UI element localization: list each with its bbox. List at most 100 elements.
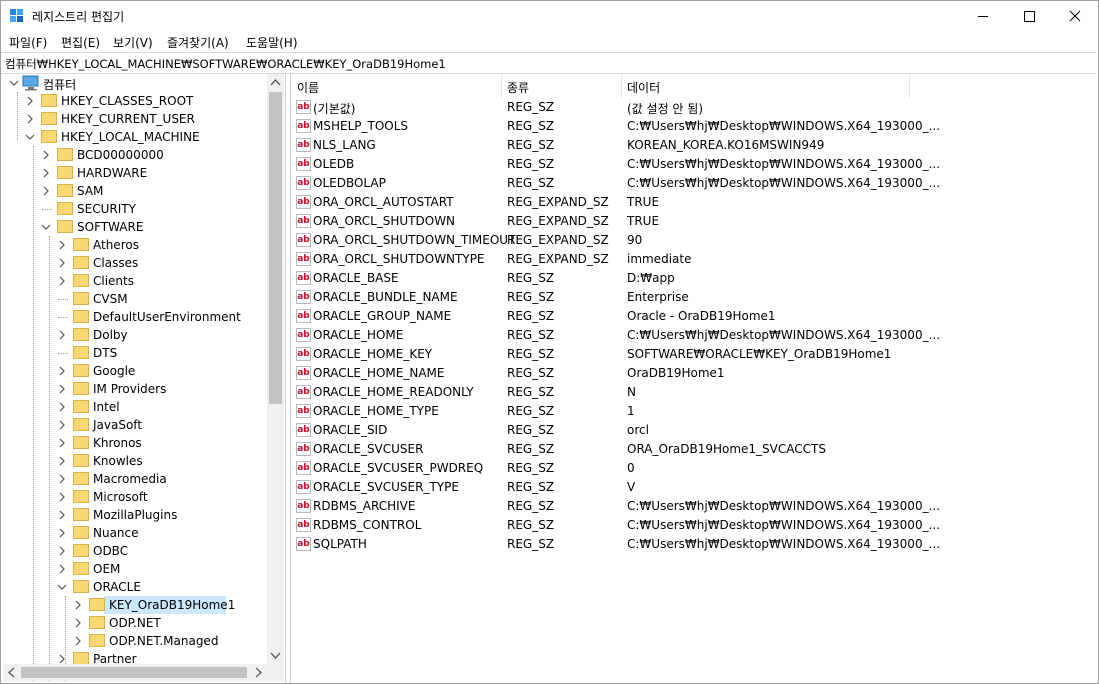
chevron-right-icon[interactable] xyxy=(56,542,68,560)
chevron-right-icon[interactable] xyxy=(56,416,68,434)
chevron-down-icon[interactable] xyxy=(24,128,36,146)
address-bar[interactable]: 컴퓨터₩HKEY_LOCAL_MACHINE₩SOFTWARE₩ORACLE₩K… xyxy=(1,52,1096,74)
tree-item-intel[interactable]: Intel xyxy=(3,398,267,416)
tree-item-clients[interactable]: Clients xyxy=(3,272,267,290)
chevron-down-icon[interactable] xyxy=(40,218,52,236)
tree-item-key-oradb19home1[interactable]: KEY_OraDB19Home1 xyxy=(3,596,267,614)
value-row[interactable]: ab OLEDBOLAP REG_SZ C:₩Users₩hj₩Desktop₩WIN… xyxy=(291,174,1097,193)
chevron-right-icon[interactable] xyxy=(24,110,36,128)
chevron-right-icon[interactable] xyxy=(40,164,52,182)
menu-favorites[interactable]: 즐겨찾기(A) xyxy=(167,34,229,51)
chevron-right-icon[interactable] xyxy=(56,272,68,290)
column-divider[interactable] xyxy=(621,74,622,98)
tree-item-odp-net-managed[interactable]: ODP.NET.Managed xyxy=(3,632,267,650)
scroll-up-arrow-icon[interactable] xyxy=(267,74,284,91)
value-row[interactable]: ab ORACLE_HOME_READONLY REG_SZ N xyxy=(291,383,1097,402)
value-row[interactable]: ab MSHELP_TOOLS REG_SZ C:₩Users₩hj₩Desktop₩… xyxy=(291,117,1097,136)
tree-item-hkey-local-machine[interactable]: HKEY_LOCAL_MACHINE xyxy=(3,128,267,146)
tree-item-oem[interactable]: OEM xyxy=(3,560,267,578)
column-header-type[interactable]: 종류 xyxy=(507,79,529,96)
tree-item-hkey-current-user[interactable]: HKEY_CURRENT_USER xyxy=(3,110,267,128)
value-row[interactable]: ab ORACLE_HOME_KEY REG_SZ SOFTWARE₩ORACLE₩K… xyxy=(291,345,1097,364)
value-row[interactable]: ab RDBMS_ARCHIVE REG_SZ C:₩Users₩hj₩Desktop… xyxy=(291,497,1097,516)
value-row[interactable]: ab ORACLE_HOME_TYPE REG_SZ 1 xyxy=(291,402,1097,421)
value-row[interactable]: ab ORACLE_GROUP_NAME REG_SZ Oracle - OraDB1… xyxy=(291,307,1097,326)
chevron-right-icon[interactable] xyxy=(56,236,68,254)
chevron-right-icon[interactable] xyxy=(56,506,68,524)
minimize-button[interactable] xyxy=(960,1,1006,31)
chevron-right-icon[interactable] xyxy=(56,470,68,488)
chevron-right-icon[interactable] xyxy=(56,488,68,506)
value-row[interactable]: ab ORACLE_HOME REG_SZ C:₩Users₩hj₩Desktop₩W… xyxy=(291,326,1097,345)
tree-item-sam[interactable]: SAM xyxy=(3,182,267,200)
tree-item-microsoft[interactable]: Microsoft xyxy=(3,488,267,506)
address-path[interactable]: 컴퓨터₩HKEY_LOCAL_MACHINE₩SOFTWARE₩ORACLE₩K… xyxy=(5,56,446,72)
value-row[interactable]: ab ORA_ORCL_SHUTDOWN REG_EXPAND_SZ TRUE xyxy=(291,212,1097,231)
value-row[interactable]: ab ORACLE_BUNDLE_NAME REG_SZ Enterprise xyxy=(291,288,1097,307)
value-row[interactable]: ab ORA_ORCL_AUTOSTART REG_EXPAND_SZ TRUE xyxy=(291,193,1097,212)
value-row[interactable]: ab SQLPATH REG_SZ C:₩Users₩hj₩Desktop₩WINDO… xyxy=(291,535,1097,554)
value-row[interactable]: ab ORACLE_BASE REG_SZ D:₩app xyxy=(291,269,1097,288)
chevron-right-icon[interactable] xyxy=(40,182,52,200)
chevron-right-icon[interactable] xyxy=(56,326,68,344)
tree-item-software[interactable]: SOFTWARE xyxy=(3,218,267,236)
tree-item-security[interactable]: SECURITY xyxy=(3,200,267,218)
value-row[interactable]: ab OLEDB REG_SZ C:₩Users₩hj₩Desktop₩WINDOWS… xyxy=(291,155,1097,174)
tree-item-dts[interactable]: DTS xyxy=(3,344,267,362)
tree-item-javasoft[interactable]: JavaSoft xyxy=(3,416,267,434)
column-divider[interactable] xyxy=(501,74,502,98)
menu-help[interactable]: 도움말(H) xyxy=(246,34,298,51)
tree-item-odbc[interactable]: ODBC xyxy=(3,542,267,560)
value-row[interactable]: ab ORACLE_SVCUSER REG_SZ ORA_OraDB19Home1_S… xyxy=(291,440,1097,459)
tree-item-google[interactable]: Google xyxy=(3,362,267,380)
tree-item-bcd00000000[interactable]: BCD00000000 xyxy=(3,146,267,164)
tree-item-hkey-classes-root[interactable]: HKEY_CLASSES_ROOT xyxy=(3,92,267,110)
value-row[interactable]: ab ORACLE_SVCUSER_PWDREQ REG_SZ 0 xyxy=(291,459,1097,478)
chevron-right-icon[interactable] xyxy=(56,524,68,542)
tree-item-mozillaplugins[interactable]: MozillaPlugins xyxy=(3,506,267,524)
scroll-down-arrow-icon[interactable] xyxy=(267,647,284,664)
value-row[interactable]: ab ORACLE_SVCUSER_TYPE REG_SZ V xyxy=(291,478,1097,497)
value-row[interactable]: ab RDBMS_CONTROL REG_SZ C:₩Users₩hj₩Desktop… xyxy=(291,516,1097,535)
tree-item-cvsm[interactable]: CVSM xyxy=(3,290,267,308)
chevron-down-icon[interactable] xyxy=(56,578,68,596)
tree-item-knowles[interactable]: Knowles xyxy=(3,452,267,470)
menu-file[interactable]: 파일(F) xyxy=(9,34,47,51)
column-divider[interactable] xyxy=(909,74,910,98)
chevron-right-icon[interactable] xyxy=(56,380,68,398)
chevron-right-icon[interactable] xyxy=(72,632,84,650)
column-header-data[interactable]: 데이터 xyxy=(627,79,660,96)
value-row[interactable]: ab (기본값) REG_SZ (값 설정 안 됨) xyxy=(291,98,1097,117)
chevron-right-icon[interactable] xyxy=(24,92,36,110)
chevron-right-icon[interactable] xyxy=(72,596,84,614)
tree-item-odp-net[interactable]: ODP.NET xyxy=(3,614,267,632)
chevron-right-icon[interactable] xyxy=(56,398,68,416)
tree-item-khronos[interactable]: Khronos xyxy=(3,434,267,452)
chevron-right-icon[interactable] xyxy=(56,560,68,578)
tree-item-atheros[interactable]: Atheros xyxy=(3,236,267,254)
chevron-right-icon[interactable] xyxy=(72,614,84,632)
chevron-down-icon[interactable] xyxy=(8,74,20,92)
tree-vscroll-thumb[interactable] xyxy=(269,92,282,404)
tree-item-macromedia[interactable]: Macromedia xyxy=(3,470,267,488)
close-button[interactable] xyxy=(1052,1,1098,31)
tree-item-im-providers[interactable]: IM Providers xyxy=(3,380,267,398)
chevron-right-icon[interactable] xyxy=(56,434,68,452)
value-row[interactable]: ab ORACLE_SID REG_SZ orcl xyxy=(291,421,1097,440)
tree-item-hardware[interactable]: HARDWARE xyxy=(3,164,267,182)
tree-hscroll-thumb[interactable] xyxy=(21,667,247,678)
chevron-right-icon[interactable] xyxy=(40,146,52,164)
tree-item-oracle[interactable]: ORACLE xyxy=(3,578,267,596)
value-row[interactable]: ab NLS_LANG REG_SZ KOREAN_KOREA.KO16MSWIN94… xyxy=(291,136,1097,155)
tree-vertical-scrollbar[interactable] xyxy=(267,74,284,664)
tree-horizontal-scrollbar[interactable] xyxy=(3,664,284,681)
menu-edit[interactable]: 편집(E) xyxy=(61,34,100,51)
chevron-right-icon[interactable] xyxy=(56,362,68,380)
scroll-right-arrow-icon[interactable] xyxy=(250,664,267,681)
tree-item-computer[interactable]: 컴퓨터 xyxy=(3,74,263,92)
maximize-button[interactable] xyxy=(1006,1,1052,31)
scroll-left-arrow-icon[interactable] xyxy=(3,664,20,681)
menu-view[interactable]: 보기(V) xyxy=(113,34,153,51)
value-row[interactable]: ab ORA_ORCL_SHUTDOWNTYPE REG_EXPAND_SZ imme… xyxy=(291,250,1097,269)
tree-item-nuance[interactable]: Nuance xyxy=(3,524,267,542)
